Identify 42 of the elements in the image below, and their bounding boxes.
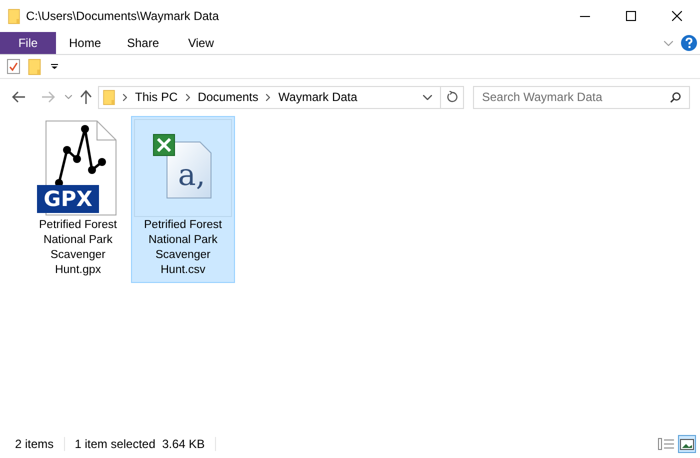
breadcrumb[interactable]: Waymark Data — [278, 88, 358, 106]
refresh-icon[interactable] — [446, 91, 458, 103]
large-icons-view-icon — [680, 438, 694, 450]
window-title: C:\Users\Documents\Waymark Data — [26, 8, 219, 25]
chevron-down-icon — [664, 40, 673, 46]
chevron-right-icon — [186, 94, 190, 100]
search-icon — [670, 92, 681, 102]
chevron-down-icon[interactable] — [423, 94, 432, 100]
large-icons-view-button[interactable] — [678, 435, 696, 453]
spreadsheet-icon — [153, 134, 175, 156]
close-icon — [672, 11, 682, 21]
customize-toolbar-icon[interactable] — [51, 64, 58, 69]
maximize-icon — [626, 11, 636, 21]
ribbon-tab[interactable]: View — [172, 32, 230, 54]
back-icon[interactable] — [12, 91, 26, 103]
chevron-right-icon — [123, 94, 127, 100]
comma-glyph: a, — [178, 160, 206, 192]
file-item[interactable]: a, Petrified Forest National Park Scavenger Hunt.csv — [131, 116, 235, 283]
gpx-badge: GPX — [37, 185, 99, 213]
address-bar[interactable]: This PC Documents Waymark Data — [98, 86, 464, 108]
search-field[interactable]: Search Waymark Data — [473, 86, 690, 108]
breadcrumb[interactable]: This PC — [135, 88, 178, 106]
new-folder-icon — [28, 58, 41, 74]
up-icon[interactable] — [80, 90, 92, 104]
properties-icon[interactable] — [7, 59, 20, 74]
breadcrumb[interactable]: Documents — [198, 88, 258, 106]
details-view-button[interactable] — [657, 435, 675, 453]
help-icon[interactable] — [681, 35, 697, 51]
file-name: Petrified Forest National Park Scavenger Hunt.csv — [143, 218, 223, 278]
selection-info: 1 item selected 3.64 KB — [74, 436, 205, 453]
item-count: 2 items — [15, 436, 54, 453]
ribbon-tab[interactable]: File — [0, 32, 56, 54]
recent-locations-icon[interactable] — [65, 95, 72, 99]
ribbon-tab[interactable]: Share — [114, 32, 172, 54]
ribbon-tab[interactable]: Home — [56, 32, 114, 54]
document-icon — [166, 141, 212, 199]
chevron-right-icon — [266, 94, 270, 100]
details-view-icon — [658, 438, 674, 450]
folder-icon — [8, 8, 20, 24]
folder-icon — [103, 90, 115, 104]
file-item[interactable]: GPX Petrified Forest National Park Scavenger Hunt.gpx — [26, 116, 130, 283]
file-name: Petrified Forest National Park Scavenger Hunt.gpx — [38, 218, 118, 278]
